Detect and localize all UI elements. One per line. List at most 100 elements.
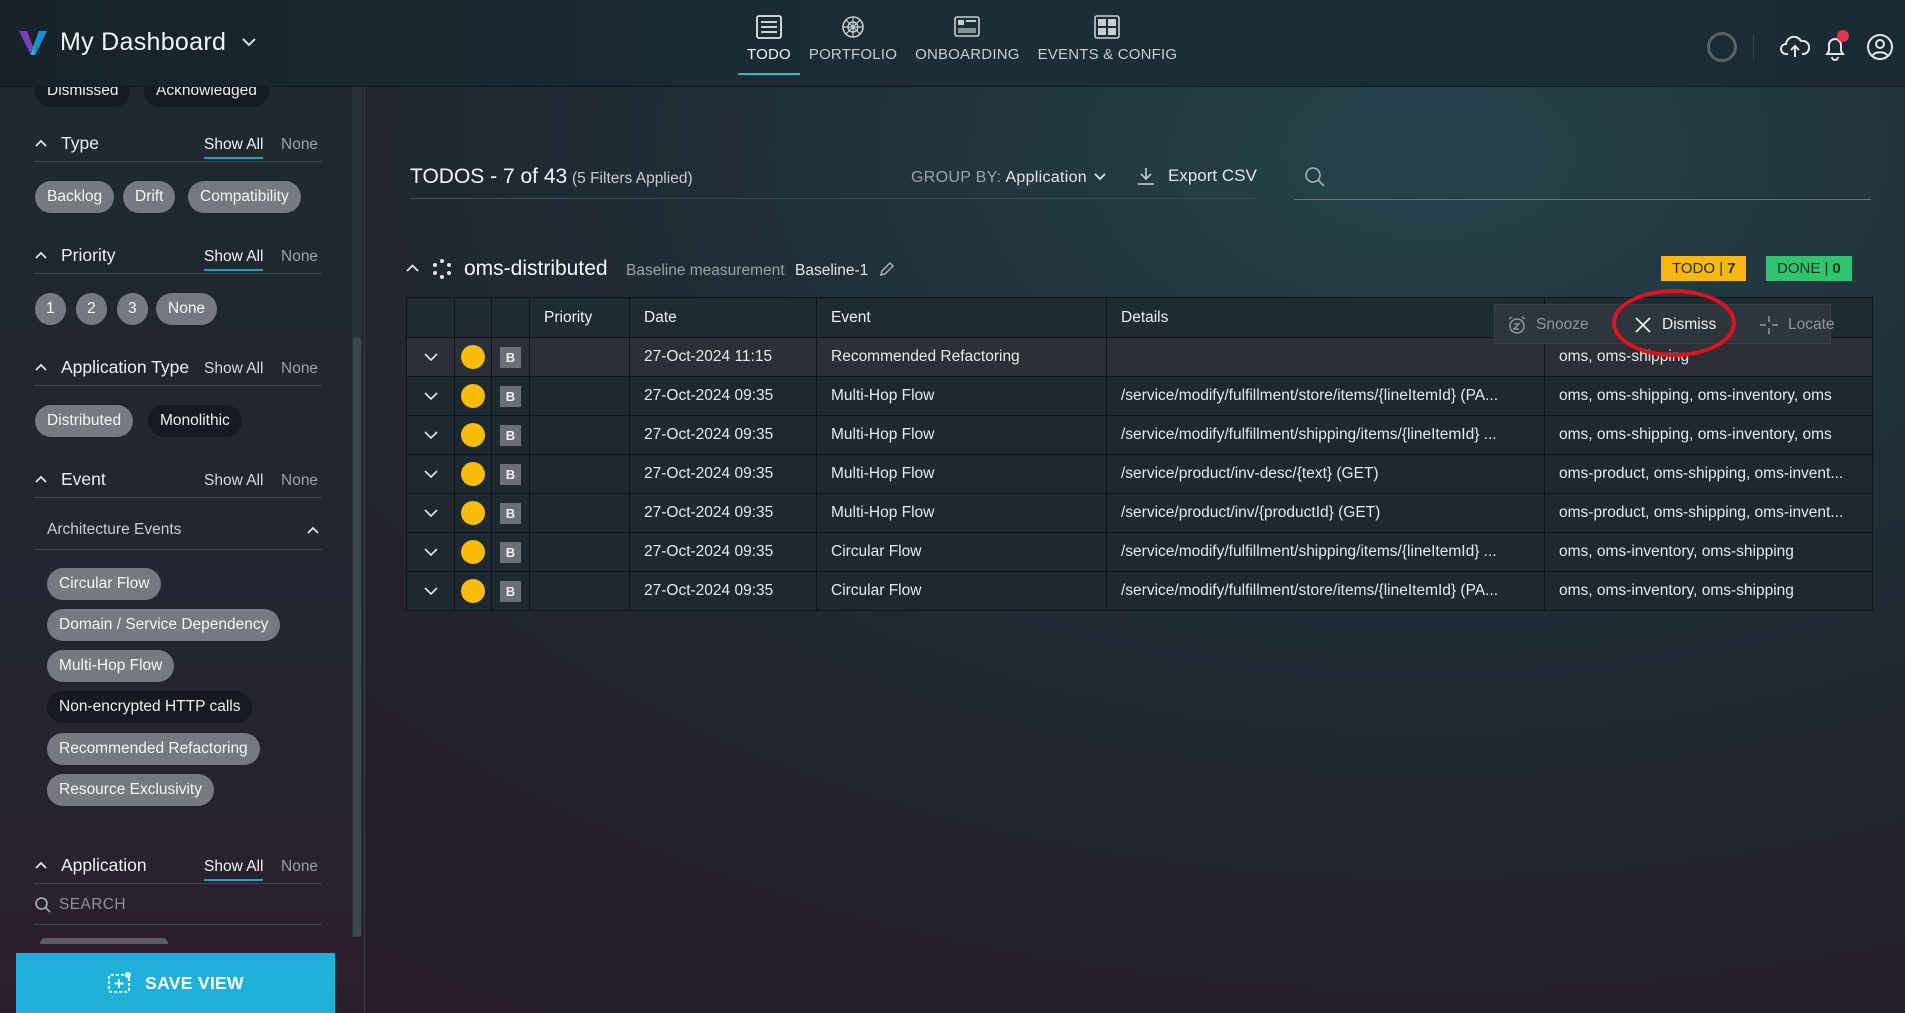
upload-cloud-icon[interactable] [1780, 32, 1810, 62]
application-name[interactable]: oms-distributed [464, 257, 608, 281]
onboarding-icon [954, 16, 981, 37]
chevron-down-icon [423, 470, 438, 479]
chip-priority-1[interactable]: 1 [35, 293, 66, 325]
table-row[interactable]: B 27-Oct-2024 09:35 Circular Flow/service/… [406, 532, 1873, 572]
none-link[interactable]: None [281, 248, 318, 266]
expand-cell[interactable] [406, 376, 455, 416]
status-cell [454, 415, 492, 455]
none-link[interactable]: None [281, 360, 318, 378]
status-cell [454, 337, 492, 377]
locate-button[interactable]: Locate [1759, 315, 1835, 335]
table-row[interactable]: B 27-Oct-2024 09:35 Multi-Hop Flow/service… [406, 454, 1873, 494]
header-event[interactable]: Event [816, 297, 1107, 338]
show-all-link[interactable]: Show All [204, 136, 264, 159]
chip-recommended-refactoring[interactable]: Recommended Refactoring [47, 733, 260, 765]
status-cell [454, 493, 492, 533]
collapse-chevron-icon[interactable] [405, 261, 420, 276]
expand-cell[interactable] [406, 493, 455, 533]
alarm-clock-icon [1508, 316, 1526, 334]
section-priority[interactable]: Priority Show All None [34, 240, 322, 274]
chip-distributed[interactable]: Distributed [35, 405, 134, 437]
expand-cell[interactable] [406, 454, 455, 494]
group-by-dropdown[interactable]: GROUP BY: Application [911, 169, 1107, 187]
export-csv-button[interactable]: Export CSV [1136, 166, 1257, 186]
type-cell: B [491, 376, 530, 416]
dismiss-button[interactable]: Dismiss [1633, 315, 1716, 335]
snooze-label: Snooze [1536, 316, 1589, 333]
header-date[interactable]: Date [629, 297, 817, 338]
event-cell: Multi-Hop Flow [816, 454, 1107, 494]
chevron-down-icon [242, 38, 256, 47]
section-title: Type [61, 133, 99, 153]
none-link[interactable]: None [281, 472, 318, 490]
status-cell [454, 532, 492, 572]
chip-acknowledged[interactable]: Acknowledged [144, 87, 269, 107]
table-row[interactable]: B 27-Oct-2024 09:35 Multi-Hop Flow/service… [406, 415, 1873, 455]
applications-cell: oms-product, oms-shipping, oms-invent... [1544, 454, 1873, 494]
chip-label: Recommended Refactoring [59, 740, 248, 757]
chip-priority-3[interactable]: 3 [117, 293, 148, 325]
chevron-down-icon [423, 509, 438, 518]
filter-sidebar: Dismissed Acknowledged Type Show All Non… [0, 87, 365, 1013]
section-title: Application [61, 855, 147, 875]
chip-backlog[interactable]: Backlog [35, 181, 115, 213]
show-all-link[interactable]: Show All [204, 360, 263, 381]
section-type[interactable]: Type Show All None [34, 128, 322, 162]
chip-priority-none[interactable]: None [156, 293, 218, 325]
header-details[interactable]: Details [1106, 297, 1545, 338]
done-count-badge[interactable]: DONE | 0 [1766, 256, 1852, 281]
notification-dot [1837, 30, 1849, 42]
save-view-button[interactable]: SAVE VIEW [16, 953, 335, 1013]
tab-todo[interactable]: TODO [738, 14, 800, 75]
sidebar-scrollbar-thumb[interactable] [353, 337, 361, 937]
snooze-button[interactable]: Snooze [1507, 315, 1589, 335]
chip-multi-hop-flow[interactable]: Multi-Hop Flow [47, 650, 175, 682]
loading-spinner-icon [1707, 32, 1737, 62]
dismiss-label: Dismiss [1662, 316, 1717, 333]
chip-drift[interactable]: Drift [123, 181, 176, 213]
tab-todo-label: TODO [747, 46, 791, 63]
chip-compatibility[interactable]: Compatibility [188, 181, 301, 213]
type-cell: B [491, 571, 530, 611]
section-event[interactable]: Event Show All None [34, 464, 322, 498]
dashboard-switcher[interactable]: My Dashboard [18, 27, 258, 57]
subsection-architecture-events[interactable]: Architecture Events [34, 510, 322, 550]
user-avatar-icon[interactable] [1865, 32, 1895, 62]
show-all-link[interactable]: Show All [204, 858, 264, 881]
priority-cell [529, 376, 630, 416]
todo-count-badge[interactable]: TODO | 7 [1661, 256, 1747, 281]
expand-cell[interactable] [406, 571, 455, 611]
date-cell: 27-Oct-2024 09:35 [629, 571, 817, 611]
chip-domain-service-dependency[interactable]: Domain / Service Dependency [47, 609, 281, 641]
table-row[interactable]: B 27-Oct-2024 09:35 Multi-Hop Flow/service… [406, 376, 1873, 416]
expand-cell[interactable] [406, 532, 455, 572]
chip-dismissed[interactable]: Dismissed [35, 87, 131, 107]
chip-resource-exclusivity[interactable]: Resource Exclusivity [47, 774, 214, 806]
edit-pencil-icon[interactable] [878, 260, 896, 278]
header-priority[interactable]: Priority [529, 297, 630, 338]
table-row[interactable]: B 27-Oct-2024 09:35 Circular Flow/service/… [406, 571, 1873, 611]
expand-cell[interactable] [406, 415, 455, 455]
chip-priority-2[interactable]: 2 [76, 293, 107, 325]
show-all-link[interactable]: Show All [204, 472, 263, 493]
crosshair-icon [1760, 316, 1778, 334]
todo-search-input[interactable] [1338, 166, 1858, 192]
application-search-input[interactable] [59, 893, 309, 917]
chip-circular-flow[interactable]: Circular Flow [47, 568, 162, 600]
tab-onboarding[interactable]: ONBOARDING [906, 14, 1029, 75]
chip-monolithic[interactable]: Monolithic [148, 405, 242, 437]
tab-events-config[interactable]: EVENTS & CONFIG [1029, 14, 1187, 75]
section-application-type[interactable]: Application Type Show All None [34, 352, 322, 386]
none-link[interactable]: None [281, 136, 318, 154]
priority-cell [529, 493, 630, 533]
tab-portfolio[interactable]: PORTFOLIO [800, 14, 906, 75]
status-dot [461, 501, 485, 525]
table-row[interactable]: B 27-Oct-2024 09:35 Multi-Hop Flow/service… [406, 493, 1873, 533]
status-dot [461, 345, 485, 369]
type-badge: B [500, 463, 521, 485]
section-application[interactable]: Application Show All None [34, 850, 322, 884]
none-link[interactable]: None [281, 858, 318, 876]
expand-cell[interactable] [406, 337, 455, 377]
show-all-link[interactable]: Show All [204, 248, 264, 271]
chip-non-encrypted-http[interactable]: Non-encrypted HTTP calls [47, 691, 253, 723]
